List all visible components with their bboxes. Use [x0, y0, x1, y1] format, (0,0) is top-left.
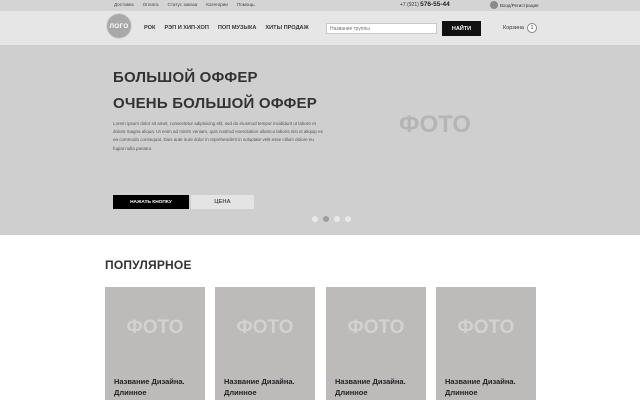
slider-dot[interactable]: [334, 216, 340, 222]
product-photo-placeholder: ФОТО: [457, 317, 515, 338]
product-name[interactable]: Название Дизайна. Длинное: [114, 377, 200, 398]
logo[interactable]: ЛОГО: [106, 13, 132, 39]
hero-subtitle: ОЧЕНЬ БОЛЬШОЙ ОФФЕР: [113, 95, 317, 112]
utility-link-delivery[interactable]: Доставка: [114, 1, 134, 9]
product-card[interactable]: ФОТО Название Дизайна. Длинное: [436, 287, 536, 400]
hero-banner: БОЛЬШОЙ ОФФЕР ОЧЕНЬ БОЛЬШОЙ ОФФЕР Lorem …: [0, 45, 640, 235]
hero-photo-placeholder: ФОТО: [399, 111, 471, 138]
logo-text: ЛОГО: [109, 22, 129, 30]
main-nav: РОК РЭП И ХИП-ХОП ПОП МУЗЫКА ХИТЫ ПРОДАЖ: [144, 25, 309, 31]
phone-digits: 576-55-44: [420, 1, 450, 8]
nav-item-pop[interactable]: ПОП МУЗЫКА: [218, 25, 257, 31]
nav-item-rock[interactable]: РОК: [144, 25, 155, 31]
popular-section-title: ПОПУЛЯРНОЕ: [105, 258, 192, 272]
hero-body-text: Lorem ipsum dolor sit amet, consectetur …: [113, 121, 323, 151]
search-input[interactable]: [326, 23, 437, 34]
hero-title: БОЛЬШОЙ ОФФЕР: [113, 69, 258, 86]
utility-link-categories[interactable]: Категории: [206, 1, 228, 9]
product-card[interactable]: ФОТО Название Дизайна. Длинное: [215, 287, 315, 400]
product-photo-placeholder: ФОТО: [347, 317, 405, 338]
phone-prefix: +7 (921): [400, 2, 419, 8]
search-button[interactable]: НАЙТИ: [442, 21, 481, 36]
cart-count-badge: 1: [526, 23, 537, 33]
utility-link-payment[interactable]: Оплата: [143, 1, 159, 9]
slider-dot[interactable]: [323, 216, 329, 222]
product-name[interactable]: Название Дизайна. Длинное: [335, 377, 421, 398]
phone-number: +7 (921) 576-55-44: [400, 0, 450, 10]
product-card[interactable]: ФОТО Название Дизайна. Длинное: [326, 287, 426, 400]
slider-dots: [312, 216, 351, 222]
utility-link-order-status[interactable]: Статус заказа: [168, 1, 198, 9]
utility-links: Доставка Оплата Статус заказа Категории …: [114, 1, 255, 9]
cart[interactable]: Корзина 1: [503, 23, 537, 33]
nav-item-bestsellers[interactable]: ХИТЫ ПРОДАЖ: [265, 25, 308, 31]
product-card[interactable]: ФОТО Название Дизайна. Длинное: [105, 287, 205, 400]
product-name[interactable]: Название Дизайна. Длинное: [445, 377, 531, 398]
login-link[interactable]: Вход/Регистрация: [490, 1, 539, 9]
slider-dot[interactable]: [345, 216, 351, 222]
price-button[interactable]: ЦЕНА: [191, 195, 254, 209]
site-header: ЛОГО РОК РЭП И ХИП-ХОП ПОП МУЗЫКА ХИТЫ П…: [0, 11, 640, 45]
product-photo-placeholder: ФОТО: [236, 317, 294, 338]
cart-label[interactable]: Корзина: [503, 25, 524, 31]
cta-button[interactable]: НАЖАТЬ КНОПКУ: [113, 195, 189, 209]
slider-dot[interactable]: [312, 216, 318, 222]
page: Доставка Оплата Статус заказа Категории …: [0, 0, 640, 400]
nav-item-rap-hiphop[interactable]: РЭП И ХИП-ХОП: [164, 25, 208, 31]
top-utility-bar: Доставка Оплата Статус заказа Категории …: [0, 0, 640, 11]
user-avatar-icon: [490, 1, 498, 9]
product-photo-placeholder: ФОТО: [126, 317, 184, 338]
login-label[interactable]: Вход/Регистрация: [500, 3, 539, 8]
utility-link-help[interactable]: Помощь: [237, 1, 255, 9]
product-name[interactable]: Название Дизайна. Длинное: [224, 377, 310, 398]
